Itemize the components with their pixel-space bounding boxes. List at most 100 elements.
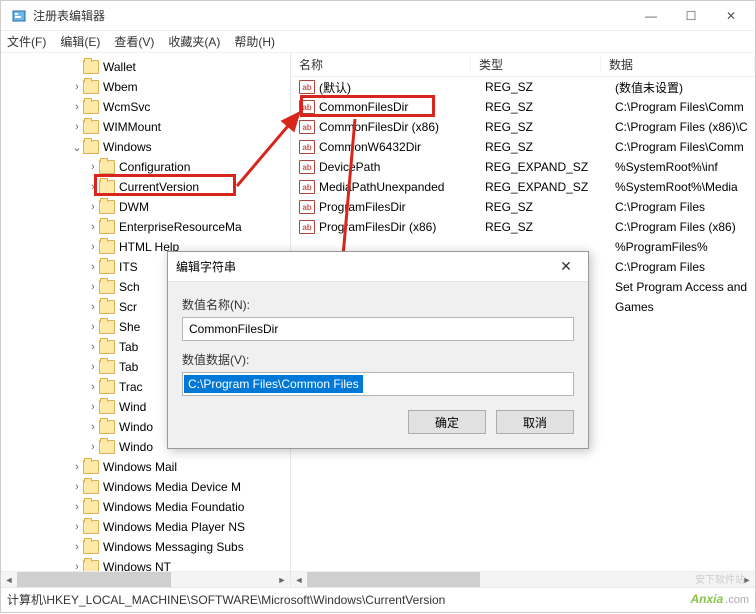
list-row[interactable]: abProgramFilesDirREG_SZC:\Program Files [291,197,755,217]
list-row[interactable]: abCommonFilesDirREG_SZC:\Program Files\C… [291,97,755,117]
edit-string-dialog: 编辑字符串 ✕ 数值名称(N): 数值数据(V): C:\Program Fil… [167,251,589,449]
scroll-left-icon[interactable]: ◄ [1,572,17,587]
value-data: Set Program Access and [607,280,755,294]
tree-label: WcmSvc [103,100,150,114]
value-type: REG_SZ [477,100,607,114]
tree-label: Wallet [103,60,136,74]
list-row[interactable]: abProgramFilesDir (x86)REG_SZC:\Program … [291,217,755,237]
expand-icon[interactable]: › [87,221,99,233]
menu-favorites[interactable]: 收藏夹(A) [168,33,220,50]
scroll-right-icon[interactable]: ► [274,572,290,587]
value-data: C:\Program Files (x86) [607,220,755,234]
expand-icon[interactable]: › [87,361,99,373]
expand-icon[interactable]: › [87,401,99,413]
folder-icon [99,320,115,334]
close-button[interactable]: ✕ [711,2,751,30]
tree-scrollbar[interactable]: ◄ ► [1,571,290,587]
value-type: REG_SZ [477,140,607,154]
watermark-sub: 安下软件站 [695,571,745,586]
folder-icon [83,540,99,554]
expand-icon[interactable]: › [87,381,99,393]
list-row[interactable]: abCommonFilesDir (x86)REG_SZC:\Program F… [291,117,755,137]
tree-item[interactable]: › Windows Media Player NS [1,517,290,537]
expand-icon[interactable]: › [71,81,83,93]
value-data-label: 数值数据(V): [182,351,574,368]
expand-icon[interactable]: › [87,421,99,433]
folder-icon [99,380,115,394]
tree-label: Windows Media Device M [103,480,241,494]
expand-icon[interactable]: › [87,301,99,313]
expand-icon[interactable]: › [71,501,83,513]
tree-label: Configuration [119,160,190,174]
expand-icon[interactable]: › [87,161,99,173]
folder-icon [99,180,115,194]
expand-icon[interactable]: › [71,121,83,133]
expand-icon[interactable]: › [87,441,99,453]
folder-icon [99,440,115,454]
expand-icon[interactable]: › [87,181,99,193]
expand-icon[interactable]: › [87,281,99,293]
tree-label: She [119,320,140,334]
tree-item[interactable]: ⌄Windows [1,137,290,157]
tree-label: Windows Media Player NS [103,520,245,534]
col-header-type[interactable]: 类型 [471,56,601,73]
string-value-icon: ab [299,120,315,134]
maximize-button[interactable]: ☐ [671,2,711,30]
expand-icon[interactable]: › [87,341,99,353]
expand-icon[interactable]: ⌄ [71,141,83,154]
value-data: C:\Program Files\Comm [607,100,755,114]
expand-icon[interactable]: › [71,521,83,533]
expand-icon[interactable]: › [71,481,83,493]
folder-icon [99,420,115,434]
expand-icon[interactable]: › [87,241,99,253]
value-name: CommonFilesDir [319,100,477,114]
expand-icon[interactable]: › [87,201,99,213]
tree-item[interactable]: › Windows Media Device M [1,477,290,497]
tree-item[interactable]: ›EnterpriseResourceMa [1,217,290,237]
tree-item[interactable]: ›CurrentVersion [1,177,290,197]
string-value-icon: ab [299,160,315,174]
tree-item[interactable]: ›Windows Mail [1,457,290,477]
scroll-left-icon[interactable]: ◄ [291,572,307,587]
expand-icon[interactable]: › [71,541,83,553]
list-row[interactable]: ab(默认)REG_SZ(数值未设置) [291,77,755,97]
tree-label: ITS [119,260,138,274]
list-row[interactable]: abMediaPathUnexpandedREG_EXPAND_SZ%Syste… [291,177,755,197]
expand-icon[interactable]: › [87,321,99,333]
tree-item[interactable]: ›WIMMount [1,117,290,137]
expand-icon[interactable]: › [71,461,83,473]
tree-item[interactable]: › Wbem [1,77,290,97]
col-header-data[interactable]: 数据 [601,56,755,73]
minimize-button[interactable]: — [631,2,671,30]
menu-file[interactable]: 文件(F) [7,33,46,50]
value-data: %SystemRoot%\inf [607,160,755,174]
cancel-button[interactable]: 取消 [496,410,574,434]
string-value-icon: ab [299,80,315,94]
col-header-name[interactable]: 名称 [291,56,471,73]
menu-view[interactable]: 查看(V) [114,33,154,50]
tree-item[interactable]: ›DWM [1,197,290,217]
expand-icon[interactable]: › [87,261,99,273]
tree-item[interactable]: ›Windows Media Foundatio [1,497,290,517]
folder-icon [83,140,99,154]
list-scrollbar[interactable]: ◄ ► [291,571,755,587]
tree-label: Wbem [103,80,138,94]
ok-button[interactable]: 确定 [408,410,486,434]
list-row[interactable]: abDevicePathREG_EXPAND_SZ%SystemRoot%\in… [291,157,755,177]
tree-label: Windo [119,440,153,454]
tree-item[interactable]: › Configuration [1,157,290,177]
tree-item[interactable]: Wallet [1,57,290,77]
folder-icon [83,80,99,94]
menu-help[interactable]: 帮助(H) [234,33,275,50]
watermark: Anxia.com [690,587,749,608]
expand-icon[interactable]: › [71,101,83,113]
tree-item[interactable]: ›Windows Messaging Subs [1,537,290,557]
titlebar: 注册表编辑器 — ☐ ✕ [1,1,755,31]
value-name-input[interactable] [182,317,574,341]
folder-icon [99,400,115,414]
tree-item[interactable]: › WcmSvc [1,97,290,117]
menu-edit[interactable]: 编辑(E) [60,33,100,50]
value-type: REG_SZ [477,120,607,134]
list-row[interactable]: abCommonW6432DirREG_SZC:\Program Files\C… [291,137,755,157]
dialog-close-button[interactable]: ✕ [552,258,580,275]
